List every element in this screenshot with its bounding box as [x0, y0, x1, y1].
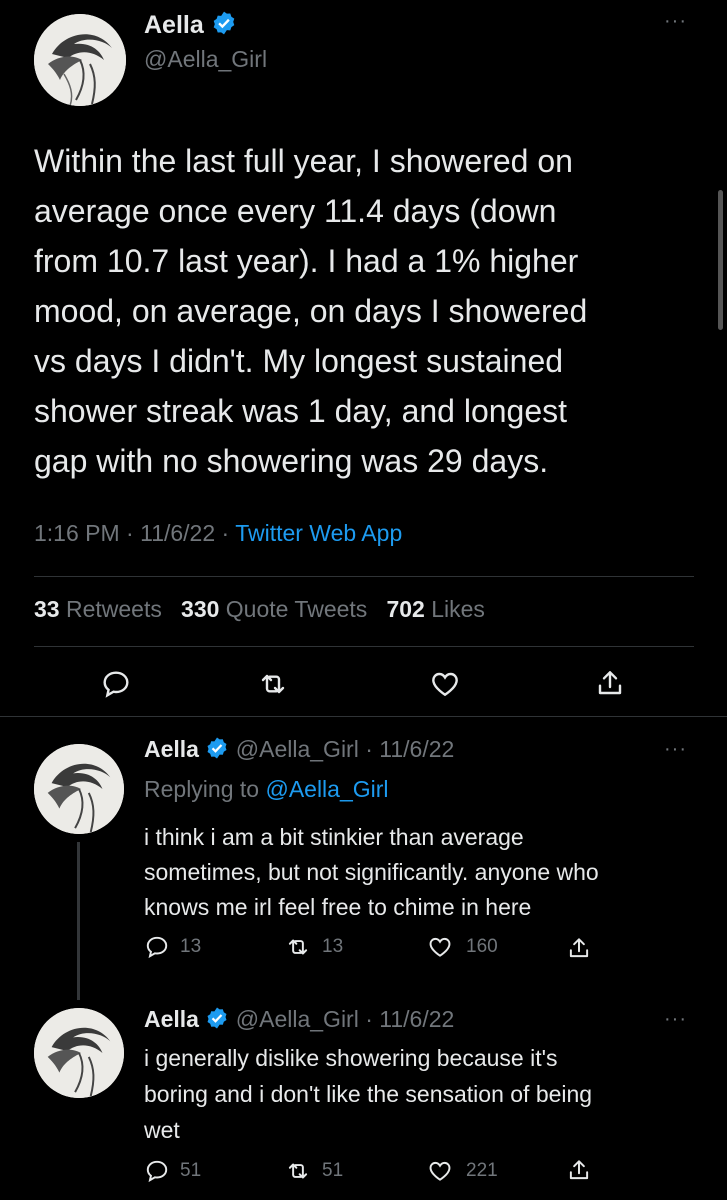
- tweet-date[interactable]: 11/6/22: [140, 520, 215, 546]
- reply-icon[interactable]: [100, 668, 132, 700]
- tweet-text: Within the last full year, I showered on…: [34, 136, 714, 486]
- retweet-icon: [284, 1158, 312, 1184]
- avatar[interactable]: [34, 744, 124, 834]
- reply-header: Aella @Aella_Girl · 11/6/22: [144, 1006, 454, 1036]
- avatar[interactable]: [34, 1008, 124, 1098]
- avatar[interactable]: [34, 14, 126, 106]
- display-name[interactable]: Aella: [144, 11, 204, 39]
- replying-to: Replying to @Aella_Girl: [144, 776, 389, 802]
- share-icon[interactable]: [566, 934, 592, 962]
- retweets-stat[interactable]: 33 Retweets: [34, 596, 162, 622]
- display-name[interactable]: Aella: [144, 1006, 199, 1032]
- thread-line: [77, 842, 80, 1000]
- verified-badge-icon: [205, 736, 229, 766]
- share-icon[interactable]: [594, 666, 626, 700]
- verified-badge-icon: [205, 1006, 229, 1036]
- like-button[interactable]: 221: [426, 1158, 498, 1184]
- reply-header: Aella @Aella_Girl · 11/6/22: [144, 736, 454, 766]
- retweet-button[interactable]: 13: [284, 934, 343, 960]
- tweet-text-line: from 10.7 last year). I had a 1% higher: [34, 243, 579, 279]
- likes-stat[interactable]: 702 Likes: [386, 596, 484, 622]
- reply-button[interactable]: 51: [144, 1158, 201, 1184]
- reply-text: i generally dislike showering because it…: [144, 1045, 593, 1143]
- tweet-stats: 33 Retweets 330 Quote Tweets 702 Likes: [34, 596, 485, 623]
- divider: [34, 576, 694, 577]
- reply-icon: [144, 1158, 170, 1184]
- like-icon: [426, 1158, 454, 1184]
- replying-to-handle[interactable]: @Aella_Girl: [265, 776, 388, 802]
- retweet-button[interactable]: 51: [284, 1158, 343, 1184]
- tweet-text-line: shower streak was 1 day, and longest: [34, 393, 568, 429]
- more-options-icon[interactable]: ···: [664, 738, 687, 761]
- handle[interactable]: @Aella_Girl: [236, 1006, 359, 1032]
- display-name[interactable]: Aella: [144, 736, 199, 762]
- divider: [34, 646, 694, 647]
- retweet-icon: [284, 934, 312, 960]
- share-icon[interactable]: [566, 1156, 592, 1184]
- reply-text: i think i am a bit stinkier than average…: [144, 824, 599, 920]
- like-button[interactable]: 160: [426, 934, 498, 960]
- handle[interactable]: @Aella_Girl: [236, 736, 359, 762]
- tweet-text-line: mood, on average, on days I showered: [34, 293, 588, 329]
- more-options-icon[interactable]: ···: [664, 10, 687, 33]
- reply-icon: [144, 934, 170, 960]
- more-options-icon[interactable]: ···: [664, 1008, 687, 1031]
- reply-date[interactable]: · 11/6/22: [365, 736, 454, 762]
- retweet-icon[interactable]: [256, 668, 290, 700]
- tweet-text-line: vs days I didn't. My longest sustained: [34, 343, 564, 379]
- quote-tweets-stat[interactable]: 330 Quote Tweets: [181, 596, 367, 622]
- reply-date[interactable]: · 11/6/22: [365, 1006, 454, 1032]
- tweet-text-line: average once every 11.4 days (down: [34, 193, 557, 229]
- reply-button[interactable]: 13: [144, 934, 201, 960]
- like-icon: [426, 934, 454, 960]
- tweet-text-line: gap with no showering was 29 days.: [34, 443, 549, 479]
- verified-badge-icon: [211, 10, 237, 43]
- divider: [0, 716, 727, 717]
- tweet-source[interactable]: Twitter Web App: [235, 520, 402, 546]
- scrollbar-thumb[interactable]: [718, 190, 723, 330]
- tweet-time[interactable]: 1:16 PM: [34, 520, 120, 546]
- tweet-meta: 1:16 PM · 11/6/22 · Twitter Web App: [34, 520, 403, 546]
- handle[interactable]: @Aella_Girl: [144, 46, 267, 73]
- like-icon[interactable]: [428, 668, 462, 700]
- tweet-text-line: Within the last full year, I showered on: [34, 143, 573, 179]
